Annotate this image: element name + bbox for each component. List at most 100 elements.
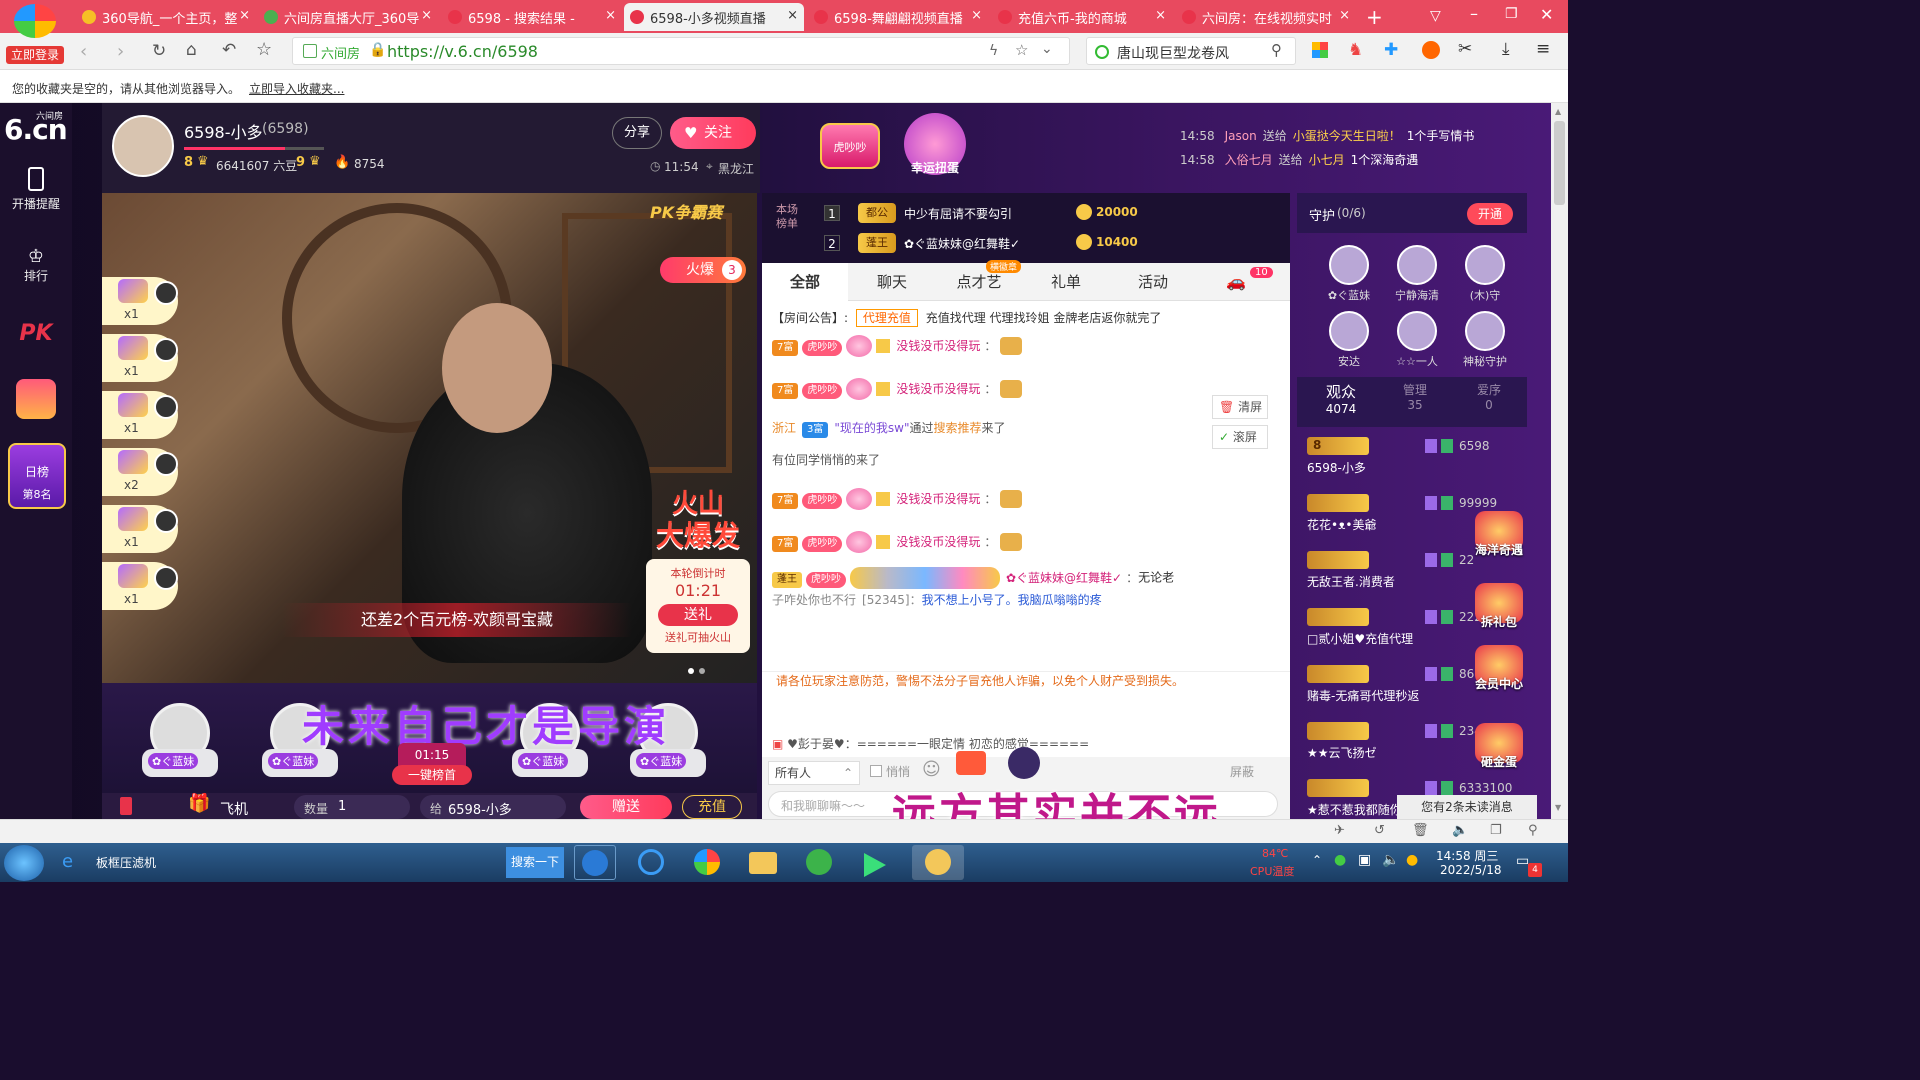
- taskbar-app-k[interactable]: [574, 845, 616, 880]
- bookmark-star-icon[interactable]: ☆: [256, 39, 272, 60]
- restore-icon[interactable]: ❐: [1505, 6, 1518, 22]
- gift-name[interactable]: 飞机: [220, 799, 248, 819]
- start-button[interactable]: [4, 845, 44, 881]
- chat-user[interactable]: 没钱没币没得玩: [896, 339, 980, 353]
- bag-icon[interactable]: [120, 797, 132, 815]
- guard-slot[interactable]: 安达: [1317, 311, 1381, 373]
- back-icon[interactable]: ‹: [80, 41, 87, 62]
- browser-tab[interactable]: 六间房：在线视频实时 ×: [1176, 3, 1356, 31]
- browser-tab[interactable]: 6598-舞翩翩视频直播 ×: [808, 3, 988, 31]
- taskbar-player[interactable]: [854, 845, 896, 880]
- trash-icon[interactable]: 🗑: [1412, 823, 1429, 838]
- tab-close-icon[interactable]: ×: [971, 8, 982, 23]
- give-gift-button[interactable]: 赠送: [580, 795, 672, 819]
- guest-seat[interactable]: ✿ぐ蓝妹: [142, 693, 222, 783]
- dropdown-icon[interactable]: ⌄: [1041, 41, 1053, 57]
- volume-icon[interactable]: 🔈: [1382, 852, 1399, 868]
- chat-user[interactable]: 没钱没币没得玩: [896, 492, 980, 506]
- whisper-checkbox[interactable]: [870, 765, 882, 777]
- shirt-icon[interactable]: ▽: [1430, 8, 1441, 24]
- accelerate-icon[interactable]: ✈: [1334, 823, 1345, 838]
- nav-pk[interactable]: PK: [0, 321, 72, 346]
- open-guard-button[interactable]: 开通: [1467, 203, 1513, 225]
- game-icon[interactable]: ♞: [1348, 40, 1363, 60]
- menu-icon[interactable]: ≡: [1536, 39, 1550, 59]
- chat-tab[interactable]: 活动: [1110, 263, 1196, 301]
- volcano-send-button[interactable]: 送礼: [658, 604, 738, 626]
- forward-icon[interactable]: ›: [117, 41, 124, 62]
- streamer-avatar[interactable]: [112, 115, 174, 177]
- tab-close-icon[interactable]: ×: [605, 8, 616, 23]
- nav-rank[interactable]: ♔ 排行: [0, 247, 72, 297]
- carousel-dot[interactable]: [688, 668, 694, 674]
- tiger-badge[interactable]: 虎吵吵: [820, 123, 880, 169]
- browser-tab[interactable]: 6598-小多视频直播 ×: [624, 3, 804, 31]
- audience-tab[interactable]: 观众 4074: [1311, 381, 1371, 416]
- close-window-icon[interactable]: ✕: [1540, 5, 1553, 24]
- quantity-field[interactable]: 数量 1: [294, 795, 410, 819]
- import-favorites-link[interactable]: 立即导入收藏夹...: [249, 80, 344, 97]
- lucky-gacha[interactable]: 幸运扭蛋: [904, 113, 966, 175]
- browser-tab[interactable]: 六间房直播大厅_360导 ×: [258, 3, 438, 31]
- network-icon[interactable]: ▣: [1358, 852, 1371, 868]
- unread-messages[interactable]: 您有2条未读消息: [1397, 795, 1537, 819]
- apps-icon[interactable]: [1312, 42, 1328, 58]
- recharge-button[interactable]: 充值: [682, 795, 742, 819]
- login-button[interactable]: 立即登录: [6, 46, 64, 64]
- tab-close-icon[interactable]: ×: [787, 8, 798, 23]
- scroll-thumb[interactable]: [1554, 121, 1565, 205]
- tray-expand-icon[interactable]: ⌃: [1312, 853, 1322, 867]
- undo-icon[interactable]: ↶: [222, 40, 236, 60]
- window-icon[interactable]: ❐: [1490, 823, 1502, 838]
- share-button[interactable]: 分享: [612, 117, 662, 149]
- browser-tab[interactable]: 6598 - 搜索结果 - ×: [442, 3, 622, 31]
- audience-tab[interactable]: 爱序 0: [1459, 381, 1519, 412]
- login-widget[interactable]: 立即登录: [6, 4, 64, 64]
- 360-icon[interactable]: [1422, 41, 1440, 59]
- taskbar-ie[interactable]: [630, 845, 672, 880]
- sound-icon[interactable]: 🔈: [1452, 823, 1468, 838]
- new-tab-icon[interactable]: +: [1366, 5, 1383, 29]
- promo-widget[interactable]: 砸金蛋: [1467, 723, 1531, 783]
- clear-screen-button[interactable]: 🗑 清屏: [1212, 395, 1268, 419]
- carousel-dot[interactable]: [699, 668, 705, 674]
- sender-avatar[interactable]: [154, 338, 178, 362]
- chat-user[interactable]: 没钱没币没得玩: [896, 382, 980, 396]
- taskbar-app-label[interactable]: 板框压滤机: [96, 854, 156, 871]
- search-icon[interactable]: ⚲: [1271, 41, 1282, 59]
- chat-user[interactable]: 没钱没币没得玩: [896, 535, 980, 549]
- special-effect-icon[interactable]: [1008, 747, 1040, 779]
- minimize-icon[interactable]: –: [1470, 4, 1478, 23]
- tab-close-icon[interactable]: ×: [421, 8, 432, 23]
- sender-avatar[interactable]: [154, 281, 178, 305]
- emoji-icon[interactable]: ☺: [922, 759, 941, 780]
- scissors-icon[interactable]: ✂: [1458, 39, 1472, 59]
- home-icon[interactable]: ⌂: [186, 40, 197, 60]
- taskbar-search-button[interactable]: 搜索一下: [506, 847, 564, 878]
- sender-avatar[interactable]: [154, 566, 178, 590]
- taskbar-folder[interactable]: [742, 845, 784, 880]
- taskbar-360[interactable]: [798, 845, 840, 880]
- sender-avatar[interactable]: [154, 452, 178, 476]
- grab-top-button[interactable]: 一键榜首: [392, 765, 472, 785]
- recipient-select[interactable]: 所有人 ⌃: [768, 761, 860, 785]
- audience-tab[interactable]: 管理 35: [1385, 381, 1445, 412]
- download-icon[interactable]: ⤓: [1502, 39, 1510, 59]
- enter-link[interactable]: 搜索推荐: [934, 421, 982, 435]
- browser-tab[interactable]: 360导航_一个主页，整 ×: [76, 3, 256, 31]
- chat-tab[interactable]: 聊天: [849, 263, 935, 301]
- promo-widget[interactable]: 海洋奇遇: [1467, 511, 1531, 571]
- volcano-event[interactable]: 火山 大爆发 本轮倒计时 01:21 送礼 送礼可抽火山: [640, 483, 756, 653]
- url-field[interactable]: 六间房 🔒 https://v.6.cn/6598 ϟ ☆ ⌄: [292, 37, 1070, 65]
- guard-slot[interactable]: (木)守: [1453, 245, 1517, 307]
- reload-icon[interactable]: ↻: [152, 41, 166, 61]
- favorite-icon[interactable]: ☆: [1015, 41, 1028, 59]
- audience-row[interactable]: 6598 6598-小多 8: [1307, 437, 1527, 481]
- taskbar-live-app[interactable]: [912, 845, 964, 880]
- scroll-screen-button[interactable]: ✓ 滚屏: [1212, 425, 1268, 449]
- tab-close-icon[interactable]: ×: [239, 8, 250, 23]
- page-scrollbar[interactable]: ▲ ▼: [1551, 103, 1568, 819]
- taskbar-browser[interactable]: [686, 845, 728, 880]
- browser-tab[interactable]: 充值六币-我的商城 ×: [992, 3, 1172, 31]
- extension-icon[interactable]: ✚: [1384, 40, 1398, 60]
